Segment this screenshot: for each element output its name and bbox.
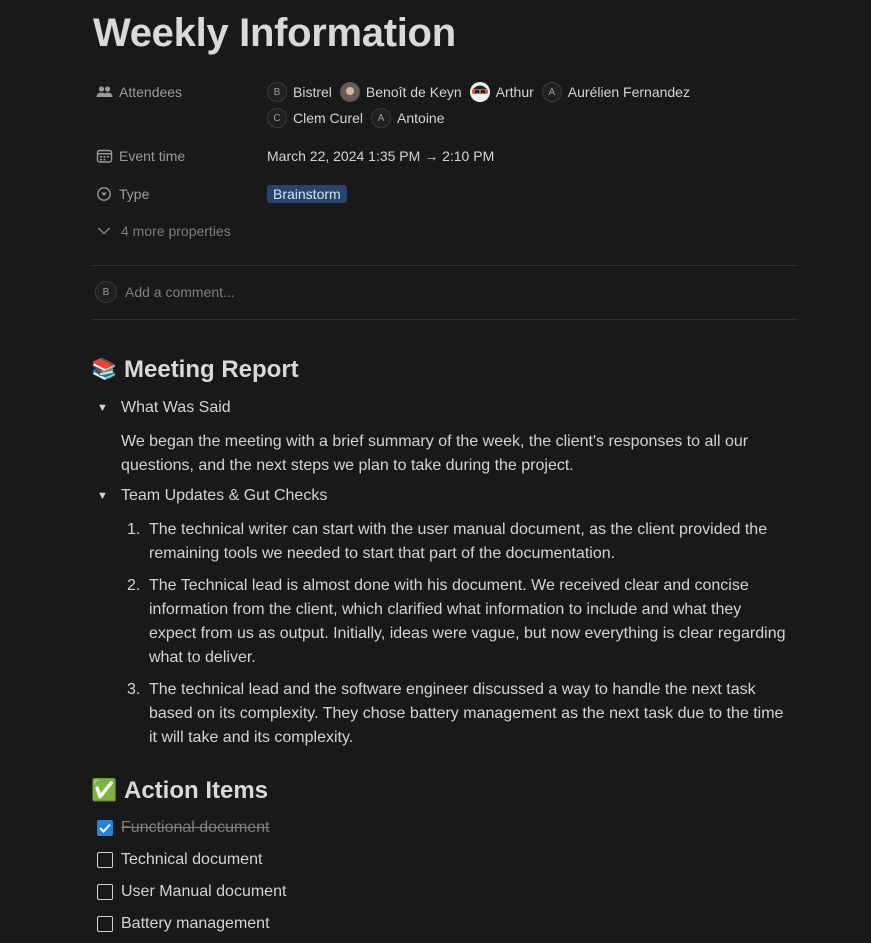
todo-label[interactable]: Battery management [121, 915, 270, 933]
type-label[interactable]: Type [96, 186, 267, 202]
people-icon [96, 86, 113, 97]
property-type: Type Brainstorm [96, 183, 347, 205]
divider [91, 319, 798, 320]
todo-item: Functional document [97, 819, 270, 837]
avatar: B [267, 82, 287, 102]
checkbox-checked[interactable] [97, 820, 113, 836]
avatar: A [541, 82, 562, 102]
property-event-time: Event time March 22, 2024 1:35 PM → 2:10… [96, 145, 494, 167]
page: Weekly Information Attendees B Bistrel B… [0, 0, 871, 943]
calendar-icon [96, 149, 113, 163]
avatar [469, 82, 490, 102]
todo-label[interactable]: Functional document [121, 819, 270, 837]
attendee-clem[interactable]: C Clem Curel [267, 108, 363, 128]
event-time-value[interactable]: March 22, 2024 1:35 PM → 2:10 PM [267, 148, 494, 164]
todo-label[interactable]: Technical document [121, 851, 262, 869]
todo-item: User Manual document [97, 883, 286, 901]
event-time-label[interactable]: Event time [96, 148, 267, 164]
books-icon: 📚 [91, 358, 118, 381]
page-title[interactable]: Weekly Information [93, 8, 456, 58]
meeting-report-heading[interactable]: 📚 Meeting Report [91, 356, 298, 384]
list-item[interactable]: 2. The Technical lead is almost done wit… [121, 574, 791, 670]
checkbox[interactable] [97, 916, 113, 932]
type-tag: Brainstorm [267, 185, 347, 203]
todo-item: Battery management [97, 915, 270, 933]
avatar: A [371, 108, 392, 128]
select-icon [97, 187, 111, 201]
toggle-what-was-said[interactable]: ▼ What Was Said [97, 399, 231, 417]
more-properties-toggle[interactable]: 4 more properties [97, 223, 231, 239]
attendee-antoine[interactable]: A Antoine [371, 108, 445, 128]
list-item[interactable]: 1. The technical writer can start with t… [121, 518, 791, 566]
what-was-said-text[interactable]: We began the meeting with a brief summar… [121, 430, 791, 478]
check-icon [99, 823, 111, 833]
divider [91, 265, 798, 266]
attendee-aurelien[interactable]: A Aurélien Fernandez [541, 82, 690, 102]
team-updates-list: 1. The technical writer can start with t… [121, 518, 791, 758]
type-value[interactable]: Brainstorm [267, 185, 347, 203]
toggle-open-icon[interactable]: ▼ [97, 490, 121, 502]
action-items-heading[interactable]: ✅ Action Items [91, 777, 268, 805]
list-item[interactable]: 3. The technical lead and the software e… [121, 678, 791, 750]
comment-input[interactable]: Add a comment... [125, 284, 235, 300]
attendees-label[interactable]: Attendees [96, 84, 267, 100]
attendee-benoit[interactable]: Benoît de Keyn [339, 82, 462, 102]
avatar [339, 82, 360, 102]
todo-item: Technical document [97, 851, 262, 869]
toggle-team-updates[interactable]: ▼ Team Updates & Gut Checks [97, 487, 327, 505]
attendee-arthur[interactable]: Arthur [469, 82, 534, 102]
attendees-value[interactable]: B Bistrel Benoît de Keyn Arthur A Auréli… [267, 81, 698, 133]
attendee-bistrel[interactable]: B Bistrel [267, 82, 332, 102]
checkbox[interactable] [97, 852, 113, 868]
todo-label[interactable]: User Manual document [121, 883, 286, 901]
toggle-open-icon[interactable]: ▼ [97, 402, 121, 414]
comment-bar[interactable]: B Add a comment... [95, 281, 235, 303]
check-mark-icon: ✅ [91, 779, 118, 802]
avatar: B [95, 281, 117, 303]
chevron-down-icon [97, 227, 111, 235]
checkbox[interactable] [97, 884, 113, 900]
property-attendees: Attendees [96, 81, 267, 103]
avatar: C [267, 108, 287, 128]
